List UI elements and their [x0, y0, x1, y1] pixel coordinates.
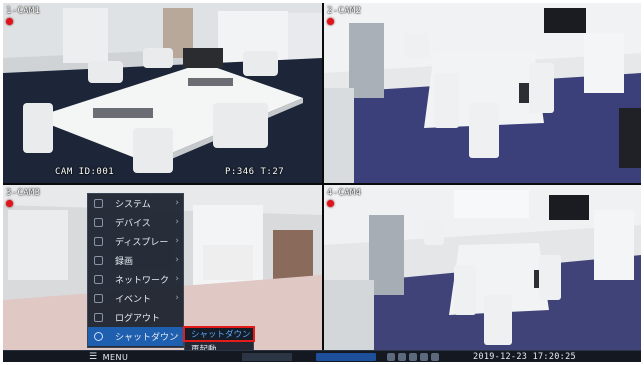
menu-item-label: デバイス [115, 219, 151, 229]
menu-item-label: 録画 [115, 257, 134, 267]
menu-item-record[interactable]: 録画 › [88, 251, 183, 270]
storage-icon[interactable] [409, 353, 417, 361]
menu-button[interactable]: ☰ MENU [89, 351, 128, 363]
menu-button-label: MENU [102, 352, 129, 362]
menu-item-display[interactable]: ディスプレー › [88, 232, 183, 251]
record-icon [94, 256, 103, 265]
hamburger-icon: ☰ [89, 352, 98, 362]
audio-icon[interactable] [431, 353, 439, 361]
recording-indicator-icon [6, 200, 13, 207]
status-badge [316, 353, 376, 361]
menu-item-label: ログアウト [115, 314, 161, 324]
menu-item-device[interactable]: デバイス › [88, 213, 183, 232]
menu-item-shutdown[interactable]: シャットダウン › [88, 327, 183, 346]
power-icon [94, 332, 103, 341]
camera-tile-1[interactable]: 1-CAM1 CAM ID:001 P:346 T:27 [3, 3, 322, 183]
chevron-right-icon: › [175, 217, 179, 227]
logout-icon [94, 313, 103, 322]
menu-item-system[interactable]: システム › [88, 194, 183, 213]
chevron-right-icon: › [175, 293, 179, 303]
recording-indicator-icon [327, 200, 334, 207]
camera-tile-2[interactable]: 2-CAM2 [324, 3, 641, 183]
chevron-right-icon: › [175, 255, 179, 265]
display-icon [94, 237, 103, 246]
chevron-right-icon: › [175, 198, 179, 208]
recording-indicator-icon [6, 18, 13, 25]
camera-feed-2 [324, 3, 641, 183]
event-icon [94, 294, 103, 303]
menu-item-label: ディスプレー [115, 238, 169, 248]
camera-label: 3-CAM3 [6, 188, 41, 198]
camera-label: 2-CAM2 [327, 6, 362, 16]
chevron-right-icon: › [175, 236, 179, 246]
status-indicator [242, 353, 292, 361]
submenu-item-shutdown[interactable]: シャットダウン [183, 326, 255, 342]
menu-item-label: シャットダウン [115, 333, 179, 343]
menu-item-logout[interactable]: ログアウト [88, 308, 183, 327]
menu-item-label: ネットワーク [115, 276, 170, 286]
network-icon [94, 275, 103, 284]
camera-feed-4 [324, 185, 641, 350]
chevron-right-icon: › [175, 274, 179, 284]
camera-feed-1 [3, 3, 322, 183]
osd-camera-id: CAM ID:001 [55, 167, 115, 177]
alarm-icon[interactable] [420, 353, 428, 361]
chevron-right-icon: › [175, 331, 179, 341]
menu-item-label: システム [115, 200, 151, 210]
menu-item-network[interactable]: ネットワーク › [88, 270, 183, 289]
refresh-icon[interactable] [387, 353, 395, 361]
taskbar: ☰ MENU 2019-12-23 17:20:25 [3, 350, 641, 362]
menu-item-label: イベント [115, 295, 152, 305]
osd-pan-tilt: P:346 T:27 [225, 167, 285, 177]
main-menu: システム › デバイス › ディスプレー › 録画 › ネットワーク › イベン… [87, 193, 184, 348]
network-status-icon[interactable] [398, 353, 406, 361]
menu-item-event[interactable]: イベント › [88, 289, 183, 308]
nvr-live-view: 1-CAM1 CAM ID:001 P:346 T:27 2-CAM2 3-CA… [3, 3, 641, 362]
camera-label: 1-CAM1 [6, 6, 41, 16]
recording-indicator-icon [327, 18, 334, 25]
camera-label: 4-CAM4 [327, 188, 362, 198]
device-icon [94, 218, 103, 227]
camera-tile-4[interactable]: 4-CAM4 [324, 185, 641, 350]
datetime-display: 2019-12-23 17:20:25 [473, 352, 576, 362]
system-icon [94, 199, 103, 208]
